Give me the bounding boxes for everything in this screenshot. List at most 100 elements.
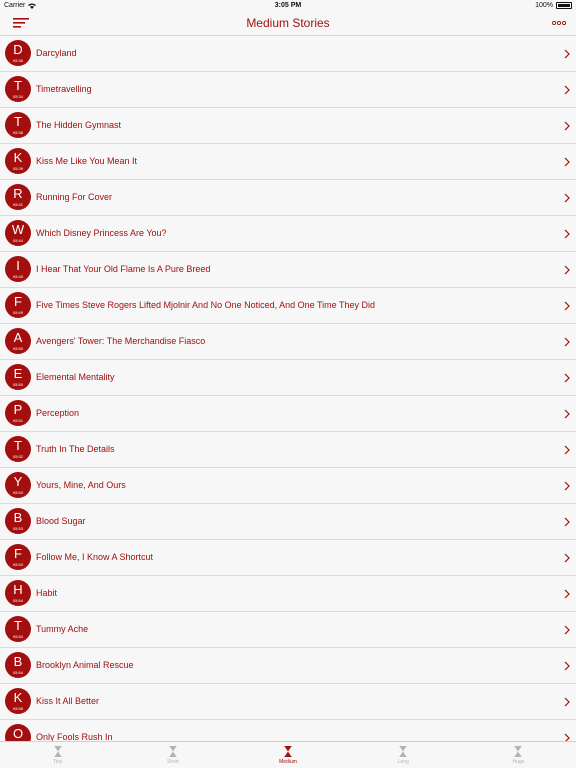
story-time: 05:39 xyxy=(12,166,23,171)
story-row[interactable]: E 05:50 Elemental Mentality xyxy=(0,360,576,396)
story-initial: T xyxy=(14,114,22,129)
story-row[interactable]: B 05:54 Brooklyn Animal Rescue xyxy=(0,648,576,684)
story-row[interactable]: W 05:44 Which Disney Princess Are You? xyxy=(0,216,576,252)
story-row[interactable]: R 05:41 Running For Cover xyxy=(0,180,576,216)
chevron-right-icon xyxy=(564,481,570,491)
tab-long[interactable]: Long xyxy=(346,742,461,768)
chevron-right-icon xyxy=(564,301,570,311)
story-row[interactable]: B 05:53 Blood Sugar xyxy=(0,504,576,540)
story-title: Timetravelling xyxy=(36,84,92,94)
story-row[interactable]: F 05:49 Five Times Steve Rogers Lifted Mjo… xyxy=(0,288,576,324)
story-initial: K xyxy=(13,150,23,165)
story-avatar: B 05:53 xyxy=(5,508,31,534)
story-avatar: I 05:45 xyxy=(5,256,31,282)
chevron-right-icon xyxy=(564,661,570,671)
story-list: D 05:36 Darcyland T 05:34 Timetravelling T 05:3… xyxy=(0,36,576,741)
tab-medium[interactable]: Medium xyxy=(230,742,345,768)
story-initial: H xyxy=(13,582,23,597)
story-avatar: H 05:54 xyxy=(5,580,31,606)
story-row[interactable]: T 05:52 Truth In The Details xyxy=(0,432,576,468)
chevron-right-icon xyxy=(564,517,570,527)
tab-label: Huge xyxy=(512,759,525,765)
more-options-icon[interactable] xyxy=(552,20,566,26)
story-title: Blood Sugar xyxy=(36,516,86,526)
story-initial: F xyxy=(14,294,22,309)
chevron-right-icon xyxy=(564,445,570,455)
story-row[interactable]: P 05:51 Perception xyxy=(0,396,576,432)
story-row[interactable]: T 05:38 The Hidden Gymnast xyxy=(0,108,576,144)
story-avatar: A 05:50 xyxy=(5,328,31,354)
story-title: Follow Me, I Know A Shortcut xyxy=(36,552,154,562)
story-initial: K xyxy=(13,690,23,705)
tab-bar: Tiny Short Medium Long Huge xyxy=(0,741,576,768)
story-avatar: E 05:50 xyxy=(5,364,31,390)
tab-label: Medium xyxy=(279,759,297,765)
chevron-right-icon xyxy=(564,121,570,131)
story-time: 05:51 xyxy=(12,418,23,423)
story-time: 05:53 xyxy=(12,562,23,567)
story-title: Habit xyxy=(36,588,58,598)
story-title: Elemental Mentality xyxy=(36,372,115,382)
chevron-right-icon xyxy=(564,337,570,347)
story-title: I Hear That Your Old Flame Is A Pure Bre… xyxy=(36,264,211,274)
chevron-right-icon xyxy=(564,265,570,275)
tab-huge[interactable]: Huge xyxy=(461,742,576,768)
story-row[interactable]: K 05:39 Kiss Me Like You Mean It xyxy=(0,144,576,180)
story-avatar: R 05:41 xyxy=(5,184,31,210)
story-row[interactable]: A 05:50 Avengers' Tower: The Merchandise F… xyxy=(0,324,576,360)
story-row[interactable]: F 05:53 Follow Me, I Know A Shortcut xyxy=(0,540,576,576)
hourglass-icon xyxy=(54,746,62,757)
story-row[interactable]: H 05:54 Habit xyxy=(0,576,576,612)
story-title: Tummy Ache xyxy=(36,624,89,634)
story-avatar: P 05:51 xyxy=(5,400,31,426)
story-time: 05:49 xyxy=(12,310,23,315)
chevron-right-icon xyxy=(564,373,570,383)
story-initial: T xyxy=(14,438,22,453)
story-time: 05:44 xyxy=(12,238,23,243)
story-time: 05:50 xyxy=(12,382,23,387)
story-initial: A xyxy=(13,330,23,345)
story-row[interactable]: D 05:36 Darcyland xyxy=(0,36,576,72)
story-title: Darcyland xyxy=(36,48,77,58)
chevron-right-icon xyxy=(564,193,570,203)
story-title: Kiss It All Better xyxy=(36,696,100,706)
chevron-right-icon xyxy=(564,229,570,239)
story-row[interactable]: T 05:34 Timetravelling xyxy=(0,72,576,108)
battery-icon xyxy=(556,2,572,9)
story-time: 05:53 xyxy=(12,490,23,495)
story-title: Avengers' Tower: The Merchandise Fiasco xyxy=(36,336,206,346)
chevron-right-icon xyxy=(564,697,570,707)
story-row[interactable]: K 05:56 Kiss It All Better xyxy=(0,684,576,720)
tab-short[interactable]: Short xyxy=(115,742,230,768)
story-title: Five Times Steve Rogers Lifted Mjolnir A… xyxy=(36,300,375,310)
story-avatar: K 05:56 xyxy=(5,688,31,714)
story-row[interactable]: Y 05:53 Yours, Mine, And Ours xyxy=(0,468,576,504)
hourglass-icon xyxy=(514,746,522,757)
story-row[interactable]: I 05:45 I Hear That Your Old Flame Is A Pu… xyxy=(0,252,576,288)
story-time: 05:54 xyxy=(12,634,23,639)
story-row[interactable]: O05:57 Only Fools Rush In xyxy=(0,720,576,741)
tab-label: Long xyxy=(397,759,409,765)
story-initial: I xyxy=(16,258,20,273)
story-initial: Y xyxy=(13,474,23,489)
status-bar: Carrier 3:05 PM 100% xyxy=(0,0,576,12)
story-title: The Hidden Gymnast xyxy=(36,120,122,130)
story-avatar: T 05:54 xyxy=(5,616,31,642)
battery-percent: 100% xyxy=(535,2,553,9)
status-time: 3:05 PM xyxy=(274,2,302,9)
story-avatar: O05:57 xyxy=(5,724,31,741)
story-row[interactable]: T 05:54 Tummy Ache xyxy=(0,612,576,648)
page-title: Medium Stories xyxy=(246,16,330,30)
tab-label: Tiny xyxy=(52,759,63,765)
tab-tiny[interactable]: Tiny xyxy=(0,742,115,768)
chevron-right-icon xyxy=(564,157,570,167)
story-initial: B xyxy=(13,654,23,669)
story-avatar: W 05:44 xyxy=(5,220,31,246)
story-title: Kiss Me Like You Mean It xyxy=(36,156,138,166)
story-initial: W xyxy=(11,222,25,237)
story-time: 05:54 xyxy=(12,670,23,675)
story-time: 05:34 xyxy=(12,94,23,99)
story-initial: E xyxy=(13,366,23,381)
story-time: 05:45 xyxy=(12,274,23,279)
hourglass-icon xyxy=(399,746,407,757)
